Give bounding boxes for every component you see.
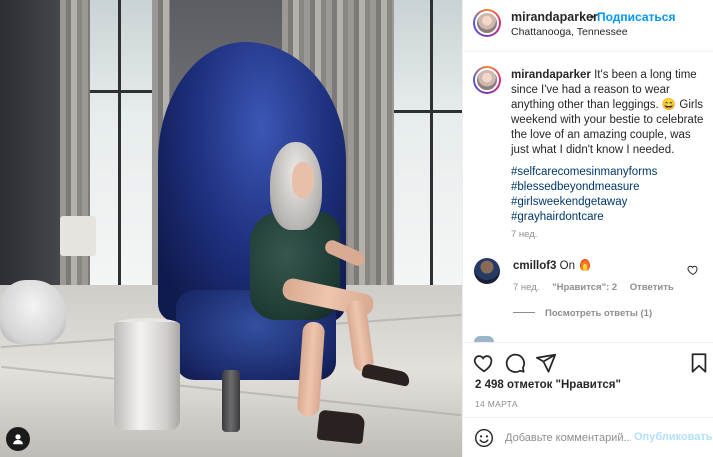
window-frame	[430, 0, 433, 285]
add-comment-bar: Опубликовать	[463, 417, 713, 457]
hashtag-list: #selfcarecomesinmanyforms #blessedbeyond…	[511, 165, 707, 225]
publish-comment-button[interactable]: Опубликовать	[634, 431, 713, 443]
save-bookmark-icon[interactable]	[688, 352, 710, 374]
fire-icon	[580, 259, 591, 271]
likes-count[interactable]: 2 498 отметок "Нравится"	[475, 379, 621, 391]
window-frame	[118, 0, 121, 285]
comment-timestamp[interactable]: 7 нед.	[513, 282, 539, 293]
like-heart-icon[interactable]	[473, 352, 495, 374]
view-replies-label: Посмотреть ответы (1)	[545, 308, 653, 319]
post-actions: 2 498 отметок "Нравится" 14 МАРТА Опубли…	[463, 342, 713, 457]
commenter-username[interactable]: cmillof3	[513, 260, 556, 272]
reply-button[interactable]: Ответить	[630, 282, 674, 293]
woman-face	[292, 162, 314, 198]
window-left	[90, 0, 152, 285]
author-username[interactable]: mirandaparker	[511, 10, 598, 24]
emoji-smile-icon[interactable]	[474, 428, 494, 448]
post-header: mirandaparker • Подписаться Chattanooga,…	[463, 0, 713, 52]
shoe	[316, 409, 366, 445]
hashtag-link[interactable]: #blessedbeyondmeasure	[511, 180, 707, 195]
comment-body: On	[559, 260, 576, 272]
caption-username[interactable]: mirandaparker	[511, 69, 591, 81]
hashtag-link[interactable]: #girlsweekendgetaway	[511, 195, 707, 210]
caption-timestamp[interactable]: 7 нед.	[511, 229, 537, 240]
hashtag-link[interactable]: #selfcarecomesinmanyforms	[511, 165, 707, 180]
comment-likes[interactable]: "Нравится": 2	[552, 282, 617, 293]
follow-button[interactable]: Подписаться	[597, 10, 675, 24]
view-replies-button[interactable]: Посмотреть ответы (1)	[513, 308, 652, 319]
separator-dot: •	[590, 10, 595, 24]
author-avatar[interactable]	[473, 9, 501, 37]
share-send-icon[interactable]	[535, 352, 557, 374]
caption-body: It's been a long time since I've had a r…	[511, 69, 704, 156]
commenter-avatar[interactable]	[474, 258, 500, 284]
comment-text: cmillof3 On	[513, 259, 591, 272]
comment-meta: 7 нед. "Нравится": 2 Ответить	[513, 282, 684, 293]
caption-text: mirandaparker It's been a long time sinc…	[511, 68, 707, 158]
hashtag-link[interactable]: #grayhairdontcare	[511, 210, 707, 225]
comment-input[interactable]	[505, 428, 631, 448]
fur-seat	[0, 280, 66, 344]
side-stool	[114, 322, 180, 430]
post-photo[interactable]	[0, 0, 462, 457]
tagged-user-icon[interactable]	[6, 427, 30, 451]
bench	[60, 216, 96, 256]
window-right	[394, 0, 462, 285]
window-frame	[90, 90, 152, 93]
window-frame	[394, 110, 462, 113]
chair-leg	[222, 370, 240, 432]
wall	[0, 0, 62, 290]
replies-divider	[513, 312, 535, 313]
comment-like-heart-icon[interactable]	[687, 264, 699, 276]
post-side-panel: mirandaparker • Подписаться Chattanooga,…	[462, 0, 713, 457]
comment-bubble-icon[interactable]	[504, 352, 526, 374]
caption-avatar[interactable]	[473, 66, 501, 94]
location-link[interactable]: Chattanooga, Tennessee	[511, 26, 628, 38]
post-date[interactable]: 14 МАРТА	[475, 399, 518, 409]
